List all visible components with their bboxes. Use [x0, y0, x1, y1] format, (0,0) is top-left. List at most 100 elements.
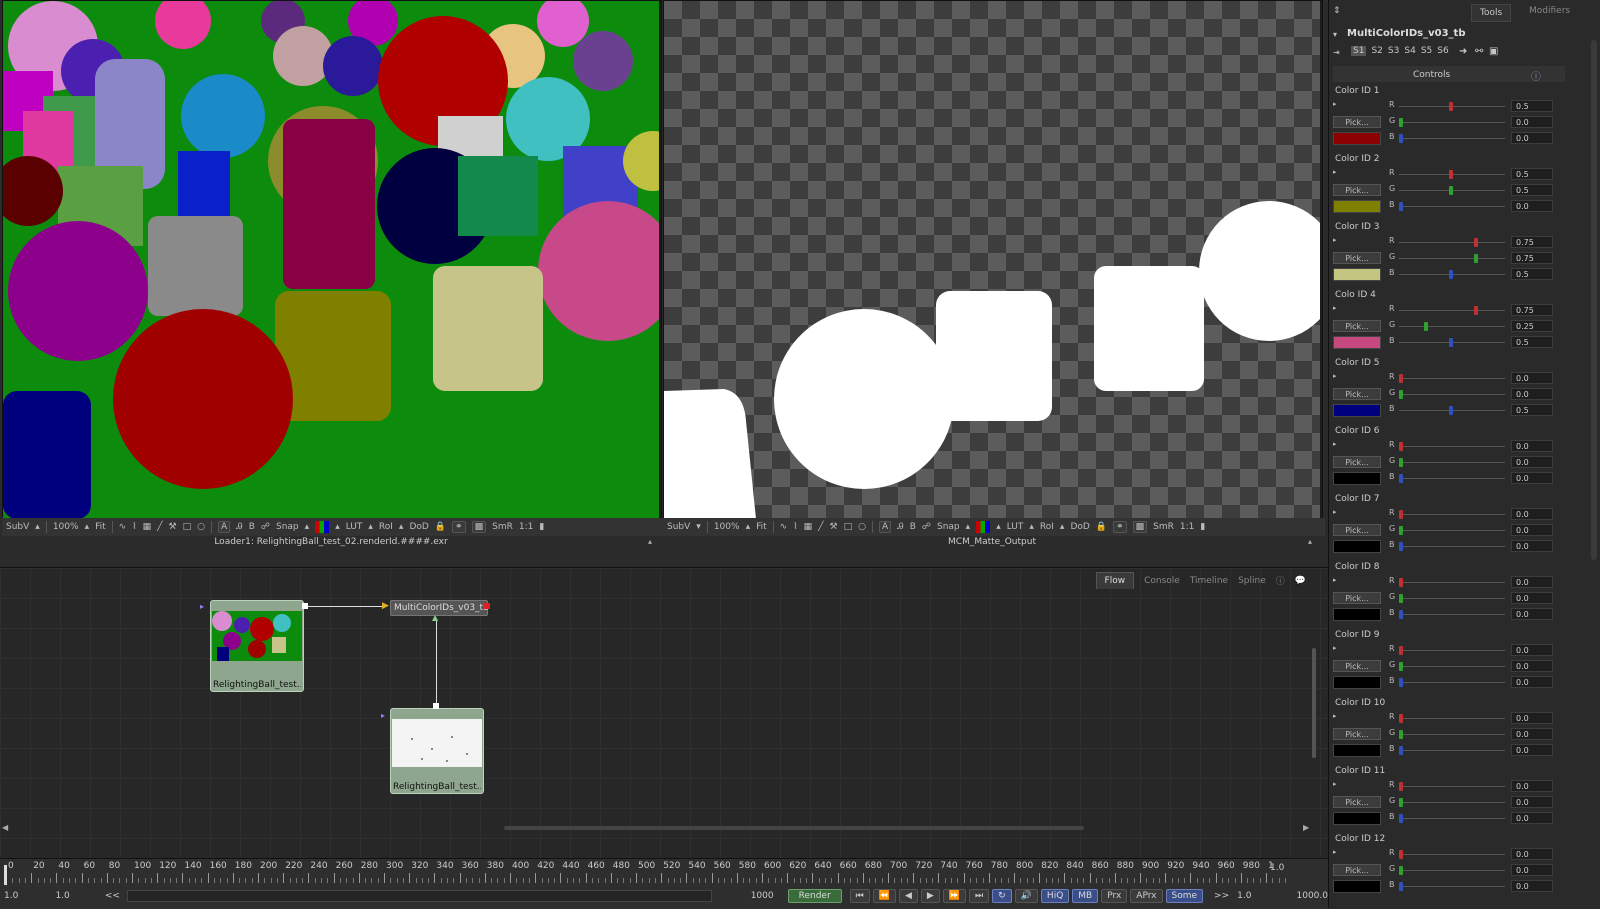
slider-knob[interactable]: [1399, 594, 1403, 603]
channel-value-field[interactable]: 0.25: [1511, 320, 1553, 332]
channel-slider[interactable]: [1399, 474, 1505, 483]
fit-button[interactable]: Fit: [95, 522, 106, 532]
channel-value-field[interactable]: 0.5: [1511, 184, 1553, 196]
lock-icon[interactable]: 🔒: [1096, 522, 1107, 532]
tab-spline[interactable]: Spline: [1238, 576, 1266, 586]
slider-knob[interactable]: [1399, 730, 1403, 739]
channel-value-field[interactable]: 0.75: [1511, 252, 1553, 264]
histogram-icon[interactable]: ▮: [539, 522, 544, 532]
channel-slider[interactable]: [1399, 850, 1505, 859]
channel-slider[interactable]: [1399, 322, 1505, 331]
channel-slider[interactable]: [1399, 594, 1505, 603]
smr-button[interactable]: SmR: [492, 522, 513, 532]
timeline[interactable]: 0 20 40 60 80 100 120 140 160 180 200 220 240 260 280 3…: [0, 858, 1328, 909]
play-icon[interactable]: ▶: [920, 889, 940, 903]
pick-button[interactable]: Pick...: [1333, 388, 1381, 400]
slider-knob[interactable]: [1399, 850, 1403, 859]
slider-knob[interactable]: [1399, 610, 1403, 619]
text-a-icon[interactable]: A: [879, 521, 892, 533]
channel-slider[interactable]: [1399, 646, 1505, 655]
histogram-icon[interactable]: ▮: [1200, 522, 1205, 532]
slider-knob[interactable]: [1399, 202, 1403, 211]
channel-value-field[interactable]: 0.0: [1511, 200, 1553, 212]
channel-slider[interactable]: [1399, 458, 1505, 467]
channel-value-field[interactable]: 0.0: [1511, 644, 1553, 656]
right-viewer-expand-icon[interactable]: ▴: [1308, 537, 1312, 546]
slider-knob[interactable]: [1399, 662, 1403, 671]
zoom-level[interactable]: 100%: [53, 522, 79, 532]
zoom-level[interactable]: 100%: [714, 522, 740, 532]
slider-knob[interactable]: [1399, 542, 1403, 551]
expand-arrow-icon[interactable]: ▸: [1333, 712, 1341, 722]
expand-arrow-icon[interactable]: ▸: [1333, 372, 1341, 382]
slider-knob[interactable]: [1399, 798, 1403, 807]
channel-slider[interactable]: [1399, 270, 1505, 279]
slot-s6[interactable]: S6: [1437, 46, 1448, 56]
channel-slider[interactable]: [1399, 866, 1505, 875]
channel-value-field[interactable]: 0.0: [1511, 372, 1553, 384]
slider-knob[interactable]: [1449, 270, 1453, 279]
channel-slider[interactable]: [1399, 662, 1505, 671]
channel-value-field[interactable]: 0.0: [1511, 744, 1553, 756]
total-field[interactable]: 1000.0: [1297, 891, 1329, 901]
channel-slider[interactable]: [1399, 202, 1505, 211]
subv-button[interactable]: SubV: [6, 522, 29, 532]
color-swatch[interactable]: [1333, 132, 1381, 145]
color-swatch[interactable]: [1333, 336, 1381, 349]
slider-knob[interactable]: [1399, 134, 1403, 143]
color-swatch[interactable]: [1333, 744, 1381, 757]
color-swatch[interactable]: [1333, 404, 1381, 417]
slider-knob[interactable]: [1399, 474, 1403, 483]
scroll-left-icon[interactable]: ◀: [2, 823, 8, 832]
saver-input-port[interactable]: [433, 703, 439, 709]
pick-button[interactable]: Pick...: [1333, 252, 1381, 264]
pick-button[interactable]: Pick...: [1333, 320, 1381, 332]
fast-forward-icon[interactable]: ⏩: [942, 889, 967, 903]
dod-button[interactable]: DoD: [1070, 522, 1089, 532]
slider-knob[interactable]: [1399, 782, 1403, 791]
slider-knob[interactable]: [1449, 338, 1453, 347]
loop-icon[interactable]: ↻: [992, 889, 1012, 903]
color-swatch[interactable]: [1333, 676, 1381, 689]
color-swatch[interactable]: [1333, 540, 1381, 553]
pick-button[interactable]: Pick...: [1333, 116, 1381, 128]
subv-button[interactable]: SubV: [667, 522, 690, 532]
channel-slider[interactable]: [1399, 730, 1505, 739]
channel-value-field[interactable]: 0.0: [1511, 812, 1553, 824]
channel-value-field[interactable]: 0.0: [1511, 472, 1553, 484]
expand-arrow-icon[interactable]: ▸: [1333, 576, 1341, 586]
aprx-button[interactable]: APrx: [1130, 889, 1163, 903]
slider-knob[interactable]: [1399, 118, 1403, 127]
channel-value-field[interactable]: 0.0: [1511, 712, 1553, 724]
channel-value-field[interactable]: 0.0: [1511, 540, 1553, 552]
channel-slider[interactable]: [1399, 714, 1505, 723]
channel-value-field[interactable]: 0.5: [1511, 404, 1553, 416]
color-swatch[interactable]: [1333, 812, 1381, 825]
slider-knob[interactable]: [1449, 170, 1453, 179]
snap-icon[interactable]: ☍: [261, 522, 270, 532]
start-field[interactable]: 1.0: [4, 891, 55, 901]
roi-button[interactable]: RoI: [379, 522, 393, 532]
eyedropper-tool-icon[interactable]: ⚒: [169, 522, 177, 532]
tab-timeline[interactable]: Timeline: [1190, 576, 1228, 586]
save-icon[interactable]: ▣: [1489, 46, 1498, 57]
pick-button[interactable]: Pick...: [1333, 796, 1381, 808]
left-viewer-expand-icon[interactable]: ▴: [648, 537, 652, 546]
current-field[interactable]: 1.0: [55, 891, 104, 901]
expand-arrow-icon[interactable]: ▸: [1333, 168, 1341, 178]
channel-value-field[interactable]: 0.5: [1511, 268, 1553, 280]
flow-editor[interactable]: Flow Console Timeline Spline ⓘ 💬 Relight…: [0, 567, 1328, 858]
slider-knob[interactable]: [1399, 866, 1403, 875]
timeline-ruler[interactable]: 0 20 40 60 80 100 120 140 160 180 200 220 240 260 280 3…: [0, 859, 1328, 885]
text-style-icon[interactable]: Ꭿ: [236, 522, 243, 532]
ellipse-tool-icon[interactable]: ○: [197, 522, 205, 532]
brush-tool-icon[interactable]: ▦: [804, 522, 813, 532]
comment-icon[interactable]: 💬: [1295, 576, 1306, 586]
channel-slider[interactable]: [1399, 442, 1505, 451]
lock-icon[interactable]: 🔒: [435, 522, 446, 532]
bold-icon[interactable]: B: [910, 522, 916, 532]
channel-slider[interactable]: [1399, 118, 1505, 127]
last-frame-icon[interactable]: ⏭: [969, 889, 990, 903]
snap-button[interactable]: Snap: [937, 522, 960, 532]
slider-knob[interactable]: [1474, 238, 1478, 247]
